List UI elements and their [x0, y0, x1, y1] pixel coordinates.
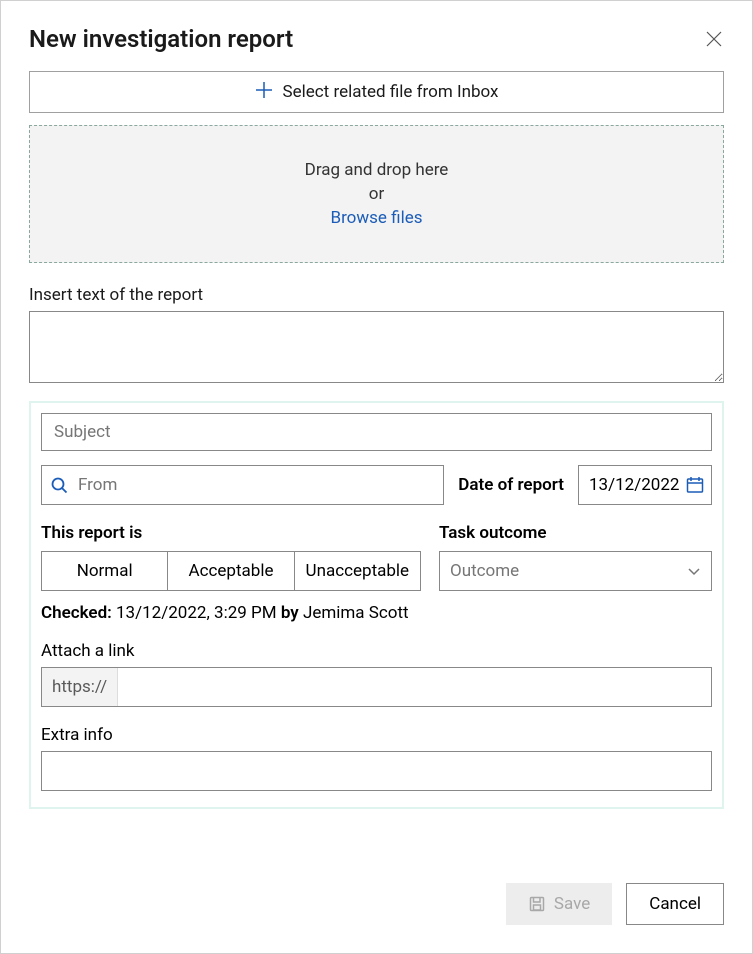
from-input[interactable]	[78, 466, 435, 504]
report-is-label: This report is	[41, 523, 421, 543]
save-icon	[528, 895, 546, 913]
date-of-report-label: Date of report	[458, 475, 564, 495]
file-dropzone[interactable]: Drag and drop here or Browse files	[29, 125, 724, 263]
dialog-header: New investigation report	[1, 1, 752, 71]
date-of-report-input[interactable]	[589, 475, 685, 495]
cancel-button[interactable]: Cancel	[626, 883, 724, 925]
attach-link-input[interactable]	[118, 668, 711, 706]
extra-info-label: Extra info	[41, 725, 712, 745]
attach-link-label: Attach a link	[41, 641, 712, 661]
report-text-input[interactable]	[29, 311, 724, 383]
dropzone-or: or	[30, 184, 723, 204]
close-icon	[706, 31, 722, 47]
task-outcome-select[interactable]: Outcome	[439, 551, 712, 591]
extra-info-input[interactable]	[41, 751, 712, 791]
report-is-option-normal[interactable]: Normal	[42, 552, 168, 590]
select-related-file-label: Select related file from Inbox	[283, 82, 499, 102]
browse-files-link[interactable]: Browse files	[330, 208, 422, 228]
dialog-body: Select related file from Inbox Drag and …	[1, 71, 752, 859]
checked-by-label: by	[281, 603, 299, 623]
plus-icon	[255, 80, 273, 104]
task-outcome-placeholder: Outcome	[450, 561, 519, 581]
chevron-down-icon	[687, 564, 701, 578]
checked-label: Checked:	[41, 603, 112, 623]
select-related-file-button[interactable]: Select related file from Inbox	[29, 71, 724, 113]
dropzone-text: Drag and drop here	[30, 160, 723, 180]
checked-person: Jemima Scott	[303, 603, 409, 623]
dialog-title: New investigation report	[29, 25, 293, 53]
metadata-panel: Date of report This report is Normal Acc…	[29, 401, 724, 809]
calendar-icon[interactable]	[685, 475, 705, 495]
report-is-option-acceptable[interactable]: Acceptable	[168, 552, 294, 590]
report-is-segmented: Normal Acceptable Unacceptable	[41, 551, 421, 591]
close-button[interactable]	[704, 29, 724, 49]
save-button[interactable]: Save	[506, 883, 612, 925]
date-input-wrap	[578, 465, 712, 505]
task-outcome-label: Task outcome	[439, 523, 712, 543]
save-label: Save	[554, 894, 590, 914]
subject-input[interactable]	[41, 413, 712, 451]
report-text-label: Insert text of the report	[29, 285, 724, 305]
link-prefix: https://	[42, 668, 118, 706]
dialog-footer: Save Cancel	[1, 859, 752, 953]
checked-line: Checked: 13/12/2022, 3:29 PM by Jemima S…	[41, 603, 712, 623]
checked-datetime: 13/12/2022, 3:29 PM	[116, 603, 277, 623]
search-icon	[50, 476, 68, 494]
report-is-option-unacceptable[interactable]: Unacceptable	[295, 552, 420, 590]
attach-link-field: https://	[41, 667, 712, 707]
from-field-wrap	[41, 465, 444, 505]
